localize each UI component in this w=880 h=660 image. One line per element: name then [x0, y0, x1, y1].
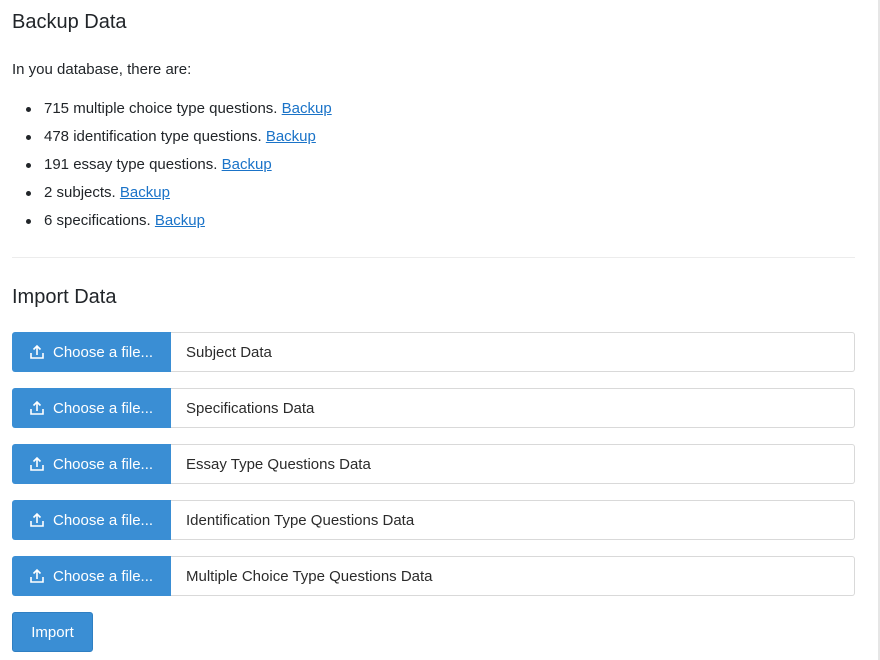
backup-section-title: Backup Data	[12, 11, 127, 33]
bullet-icon	[26, 163, 31, 168]
list-item: 478 identification type questions. Backu…	[12, 125, 332, 153]
import-button[interactable]: Import	[12, 612, 93, 652]
backup-intro-text: In you database, there are:	[12, 61, 192, 78]
upload-icon	[30, 568, 44, 583]
upload-icon	[30, 344, 44, 359]
backup-link-essay[interactable]: Backup	[222, 156, 272, 173]
upload-icon	[30, 400, 44, 415]
choose-file-button[interactable]: Choose a file...	[12, 444, 171, 484]
file-name-field[interactable]: Subject Data	[171, 332, 855, 372]
list-item: 715 multiple choice type questions. Back…	[12, 97, 332, 125]
file-input-multiple-choice: Choose a file... Multiple Choice Type Qu…	[12, 556, 855, 596]
list-item: 191 essay type questions. Backup	[12, 153, 332, 181]
file-input-specifications: Choose a file... Specifications Data	[12, 388, 855, 428]
count-text: 715 multiple choice type questions.	[44, 100, 278, 117]
choose-file-label: Choose a file...	[53, 567, 154, 585]
choose-file-button[interactable]: Choose a file...	[12, 332, 171, 372]
bullet-icon	[26, 135, 31, 140]
backup-link-multiple-choice[interactable]: Backup	[282, 100, 332, 117]
count-text: 2 subjects.	[44, 184, 116, 201]
choose-file-label: Choose a file...	[53, 399, 154, 417]
choose-file-label: Choose a file...	[53, 343, 154, 361]
file-input-essay: Choose a file... Essay Type Questions Da…	[12, 444, 855, 484]
backup-count-list: 715 multiple choice type questions. Back…	[12, 97, 332, 237]
choose-file-label: Choose a file...	[53, 455, 154, 473]
list-item: 6 specifications. Backup	[12, 209, 332, 237]
count-text: 6 specifications.	[44, 212, 151, 229]
choose-file-button[interactable]: Choose a file...	[12, 556, 171, 596]
choose-file-label: Choose a file...	[53, 511, 154, 529]
list-item: 2 subjects. Backup	[12, 181, 332, 209]
upload-icon	[30, 512, 44, 527]
choose-file-button[interactable]: Choose a file...	[12, 388, 171, 428]
bullet-icon	[26, 191, 31, 196]
choose-file-button[interactable]: Choose a file...	[12, 500, 171, 540]
count-text: 191 essay type questions.	[44, 156, 218, 173]
file-name-field[interactable]: Essay Type Questions Data	[171, 444, 855, 484]
bullet-icon	[26, 219, 31, 224]
section-divider	[12, 257, 855, 258]
file-input-subject: Choose a file... Subject Data	[12, 332, 855, 372]
file-name-field[interactable]: Identification Type Questions Data	[171, 500, 855, 540]
backup-link-subjects[interactable]: Backup	[120, 184, 170, 201]
bullet-icon	[26, 107, 31, 112]
backup-link-identification[interactable]: Backup	[266, 128, 316, 145]
file-name-field[interactable]: Multiple Choice Type Questions Data	[171, 556, 855, 596]
page: Backup Data In you database, there are: …	[0, 0, 880, 660]
count-text: 478 identification type questions.	[44, 128, 262, 145]
backup-link-specifications[interactable]: Backup	[155, 212, 205, 229]
file-name-field[interactable]: Specifications Data	[171, 388, 855, 428]
file-input-identification: Choose a file... Identification Type Que…	[12, 500, 855, 540]
import-section-title: Import Data	[12, 286, 117, 308]
upload-icon	[30, 456, 44, 471]
